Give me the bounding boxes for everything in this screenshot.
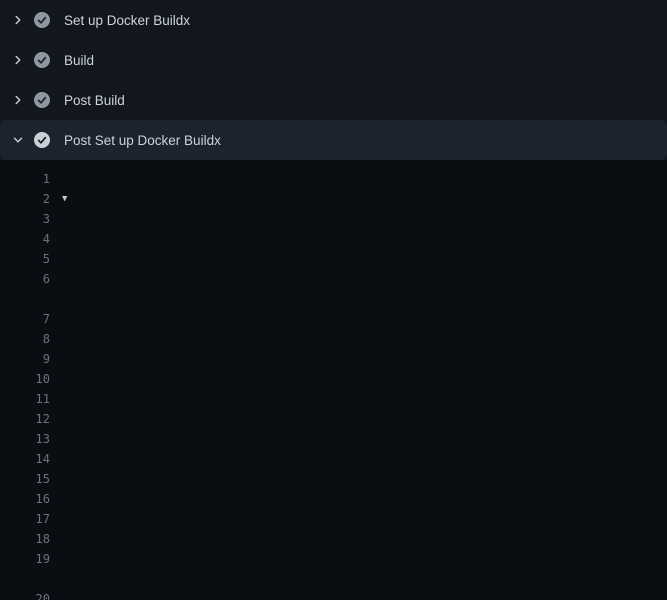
log-row: 16 time="2021-04-23T18:02:38Z" level=deb… bbox=[0, 489, 667, 509]
check-circle-icon bbox=[34, 12, 50, 28]
log-row: 15 time="2021-04-23T18:02:38Z" level=deb… bbox=[0, 469, 667, 489]
log-line-number[interactable]: 19 bbox=[0, 549, 50, 569]
log-line-number[interactable]: 3 bbox=[0, 209, 50, 229]
log-line-number[interactable]: 8 bbox=[0, 329, 50, 349]
check-circle-icon bbox=[34, 92, 50, 108]
log-row: 13 time="2021-04-23T18:02:38Z" level=deb… bbox=[0, 429, 667, 449]
log-line-number[interactable]: 12 bbox=[0, 409, 50, 429]
log-line-number[interactable]: 17 bbox=[0, 509, 50, 529]
step-row[interactable]: Build bbox=[0, 40, 667, 80]
log-row: 18 time="2021-04-23T18:02:38Z" level=deb… bbox=[0, 529, 667, 549]
chevron-down-icon bbox=[10, 132, 26, 148]
log-line-number[interactable]: 14 bbox=[0, 449, 50, 469]
chevron-right-icon bbox=[10, 92, 26, 108]
log-row: 10 time="2021-04-23T18:02:37Z" level=inf… bbox=[0, 369, 667, 389]
log-row: 1 Post job cleanup. bbox=[0, 169, 667, 189]
log-row: application/vnd.oci.image.index.v1+json,… bbox=[0, 569, 667, 589]
log-line-number[interactable]: 10 bbox=[0, 369, 50, 389]
group-toggle-icon[interactable]: ▼ bbox=[62, 189, 67, 209]
log-line-number[interactable]: 6 bbox=[0, 269, 50, 289]
log-row: 9 time="2021-04-23T18:02:37Z" level=warn… bbox=[0, 349, 667, 369]
step-title: Post Set up Docker Buildx bbox=[64, 133, 221, 148]
steps-list: Set up Docker Buildx bbox=[0, 0, 667, 160]
log-row: 12 time="2021-04-23T18:02:38Z" level=deb… bbox=[0, 409, 667, 429]
actions-log-viewer: Set up Docker Buildx bbox=[0, 0, 667, 600]
log-row: 11 time="2021-04-23T18:02:38Z" level=deb… bbox=[0, 389, 667, 409]
log-line-number[interactable]: 1 bbox=[0, 169, 50, 189]
step-row[interactable]: Post Build bbox=[0, 80, 667, 120]
step-row[interactable]: Post Set up Docker Buildx bbox=[0, 120, 667, 160]
log-line-number[interactable]: 16 bbox=[0, 489, 50, 509]
step-title: Post Build bbox=[64, 93, 125, 108]
chevron-right-icon bbox=[10, 52, 26, 68]
log-row: 4 time="2021-04-23T18:02:37Z" level=info… bbox=[0, 229, 667, 249]
step-row[interactable]: Set up Docker Buildx bbox=[0, 0, 667, 40]
log-line-number[interactable]: 5 bbox=[0, 249, 50, 269]
check-circle-icon bbox=[34, 132, 50, 148]
log-row: 3 /usr/bin/docker logs buildx_buildkit_b… bbox=[0, 209, 667, 229]
log-row: 7 time="2021-04-23T18:02:37Z" level=warn… bbox=[0, 309, 667, 329]
log-row: 14 time="2021-04-23T18:02:38Z" level=deb… bbox=[0, 449, 667, 469]
log-row: 19 time="2021-04-23T18:02:38Z" level=deb… bbox=[0, 549, 667, 569]
log-row: 17 time="2021-04-23T18:02:38Z" level=deb… bbox=[0, 509, 667, 529]
log-line-number[interactable]: 7 bbox=[0, 309, 50, 329]
check-circle-icon bbox=[34, 52, 50, 68]
step-title: Set up Docker Buildx bbox=[64, 13, 190, 28]
log-row: 6 time="2021-04-23T18:02:37Z" level=info… bbox=[0, 269, 667, 289]
log-line-number[interactable]: 18 bbox=[0, 529, 50, 549]
log-line-number[interactable]: 4 bbox=[0, 229, 50, 249]
log-line-number[interactable]: 2 bbox=[0, 189, 50, 209]
log-row: 20 time="2021-04-23T18:02:38Z" level=deb… bbox=[0, 589, 667, 600]
log-line-number[interactable]: 9 bbox=[0, 349, 50, 369]
chevron-right-icon bbox=[10, 12, 26, 28]
log-line-number[interactable]: 15 bbox=[0, 469, 50, 489]
log-console[interactable]: 1 Post job cleanup. 2 ▼ BuildKit contain… bbox=[0, 160, 667, 600]
log-line-number[interactable]: 20 bbox=[0, 589, 50, 600]
log-line-number[interactable]: 11 bbox=[0, 389, 50, 409]
log-row: linux/riscv64 linux/ppc64le linux/s390x … bbox=[0, 289, 667, 309]
log-row: 5 time="2021-04-23T18:02:37Z" level=warn… bbox=[0, 249, 667, 269]
step-title: Build bbox=[64, 53, 94, 68]
log-row: 2 ▼ BuildKit container logs bbox=[0, 189, 667, 209]
log-line-number[interactable]: 13 bbox=[0, 429, 50, 449]
log-row: 8 time="2021-04-23T18:02:37Z" level=info… bbox=[0, 329, 667, 349]
